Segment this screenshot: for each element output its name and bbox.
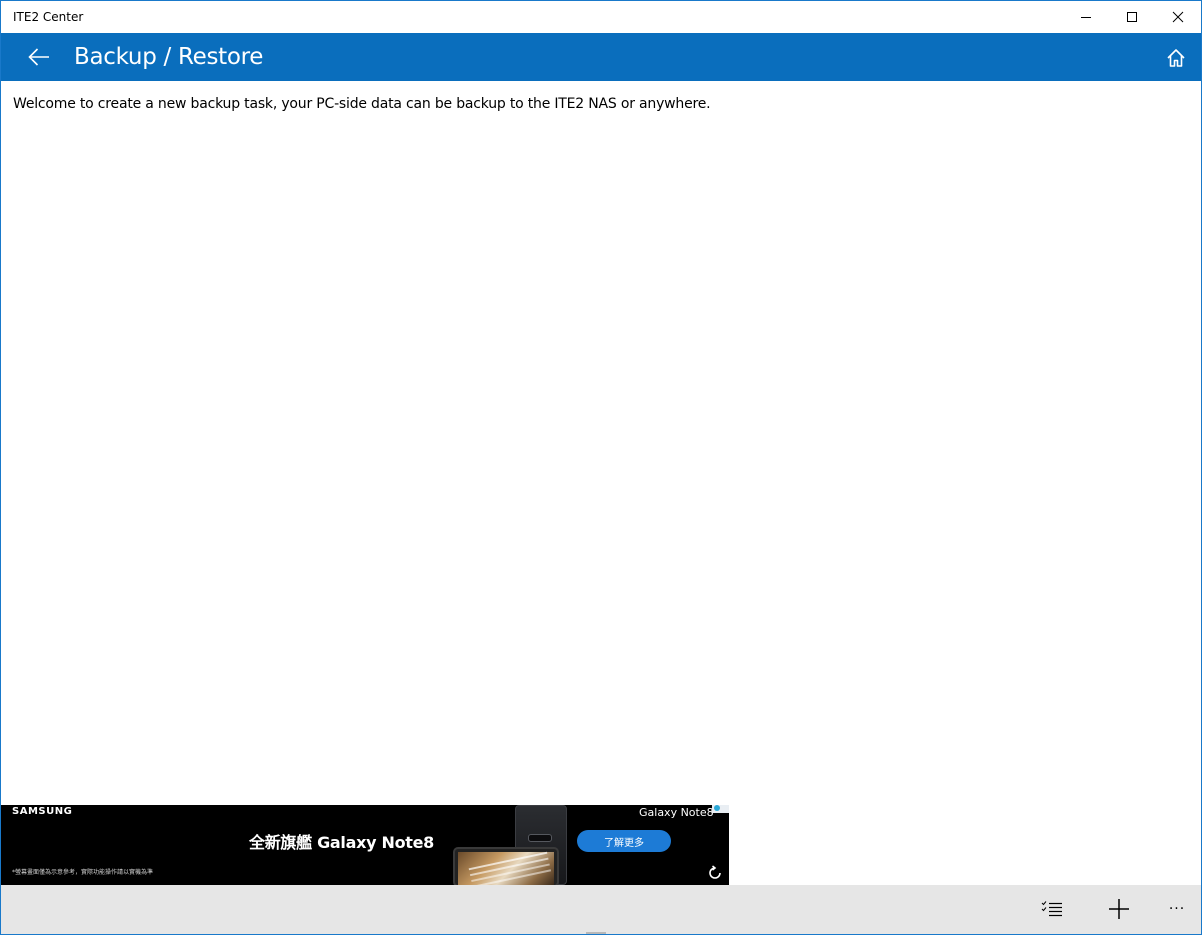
- minimize-icon: [1081, 17, 1091, 18]
- ad-headline: 全新旗艦 Galaxy Note8: [249, 833, 435, 852]
- more-options-button[interactable]: ···: [1163, 895, 1191, 923]
- ad-banner[interactable]: SAMSUNG 全新旗艦 Galaxy Note8 *螢幕畫面僅為示意參考，實際…: [1, 805, 729, 885]
- maximize-button[interactable]: [1109, 1, 1155, 33]
- ad-replay-button[interactable]: [707, 865, 723, 881]
- arrow-left-icon: [28, 48, 49, 66]
- close-icon: [1172, 11, 1184, 23]
- close-button[interactable]: [1155, 1, 1201, 33]
- page-title: Backup / Restore: [74, 44, 264, 70]
- app-header: Backup / Restore: [1, 33, 1201, 81]
- ad-info-icon: [714, 805, 720, 811]
- window-title: ITE2 Center: [13, 10, 84, 24]
- ad-brand-logo: SAMSUNG: [12, 806, 73, 817]
- add-task-button[interactable]: [1105, 895, 1133, 923]
- task-list-button[interactable]: [1038, 895, 1066, 923]
- main-content: Welcome to create a new backup task, you…: [1, 81, 1201, 805]
- minimize-button[interactable]: [1063, 1, 1109, 33]
- plus-icon: [1109, 899, 1129, 919]
- ad-learn-more-button[interactable]: 了解更多: [577, 830, 671, 852]
- replay-icon: [709, 865, 721, 879]
- home-button[interactable]: [1163, 45, 1189, 71]
- welcome-message: Welcome to create a new backup task, you…: [13, 96, 711, 112]
- maximize-icon: [1127, 12, 1137, 22]
- title-bar[interactable]: ITE2 Center: [1, 1, 1201, 33]
- back-button[interactable]: [21, 41, 57, 73]
- bottom-app-bar: ···: [1, 885, 1201, 934]
- ad-choices-badge[interactable]: [712, 805, 729, 813]
- resize-grip: [586, 932, 606, 934]
- ad-disclaimer: *螢幕畫面僅為示意參考，實際功能操作請以實機為準: [12, 869, 154, 876]
- checklist-icon: [1041, 901, 1062, 917]
- home-icon: [1167, 49, 1185, 67]
- ad-product-name: Galaxy Note8: [639, 806, 714, 819]
- ad-phone-screen-image: [453, 847, 559, 885]
- more-ellipsis-icon: ···: [1168, 901, 1186, 917]
- app-window: ITE2 Center Backup / Restore Welcome to …: [0, 0, 1202, 935]
